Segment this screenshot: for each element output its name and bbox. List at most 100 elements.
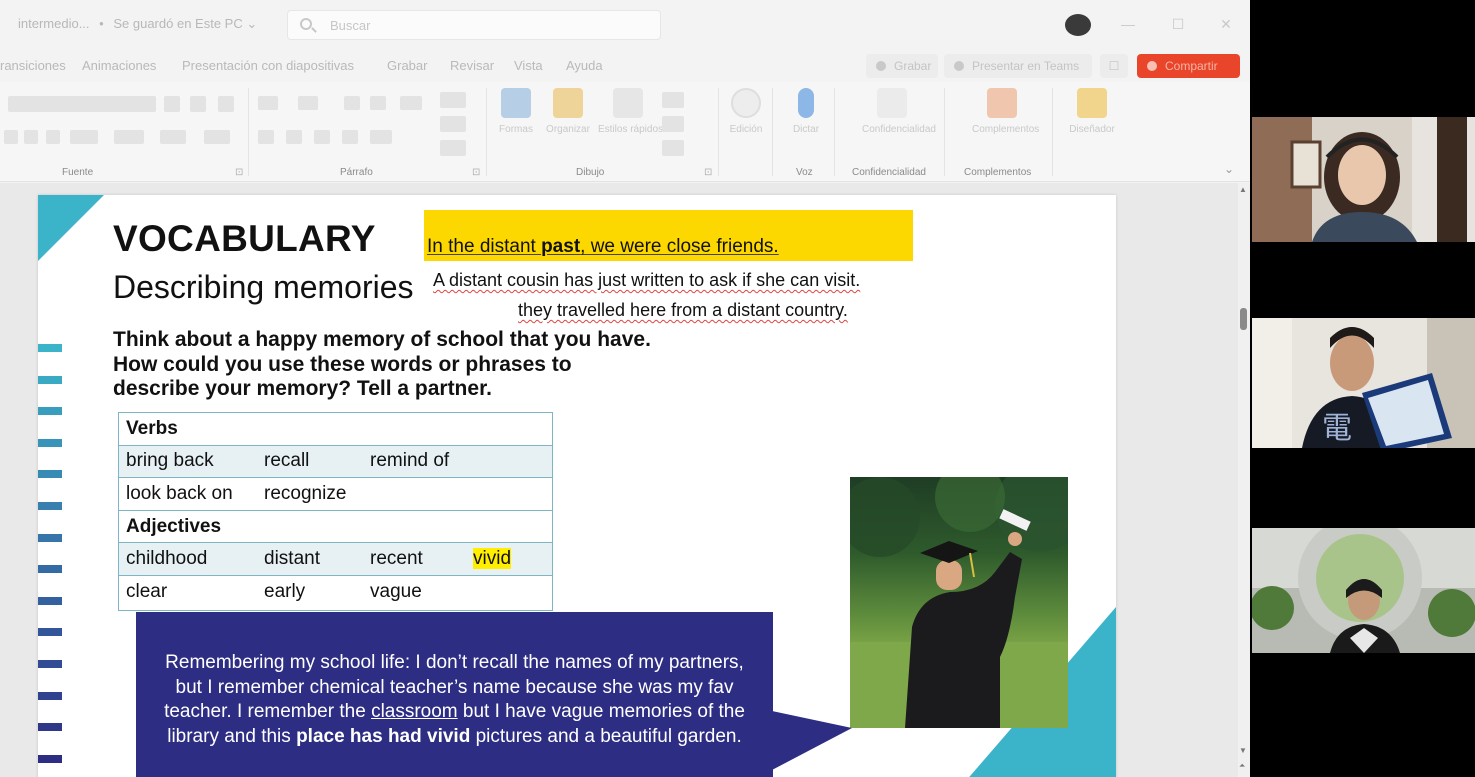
tab-presentacion[interactable]: Presentación con diapositivas xyxy=(182,58,354,73)
sensitivity-button[interactable]: Confidencialidad xyxy=(862,88,936,135)
shape-outline-icon[interactable] xyxy=(662,116,684,132)
comments-button[interactable]: ☐ xyxy=(1100,54,1128,78)
font-name-box[interactable] xyxy=(8,96,156,112)
example-sentence-2[interactable]: they travelled here from a distant count… xyxy=(518,300,848,321)
vertical-scrollbar[interactable]: ▲ ▼ ⏶ xyxy=(1238,183,1250,777)
participant-image xyxy=(1252,528,1475,653)
shapes-label: Formas xyxy=(499,124,533,135)
slide-canvas[interactable]: VOCABULARY Describing memories In the di… xyxy=(38,195,1116,777)
font-color-icon[interactable] xyxy=(204,130,230,144)
scroll-down-icon[interactable]: ▼ xyxy=(1239,746,1247,755)
stripe-mark xyxy=(38,470,62,479)
scrollbar-thumb[interactable] xyxy=(1240,308,1247,330)
tab-revisar[interactable]: Revisar xyxy=(450,58,494,73)
highlight-after: , we were close friends. xyxy=(580,236,779,257)
group-divider xyxy=(944,88,945,176)
share-button[interactable]: Compartir xyxy=(1137,54,1240,78)
font-grow-icon[interactable] xyxy=(164,96,180,112)
stripe-mark xyxy=(38,628,62,637)
numbering-icon[interactable] xyxy=(298,96,318,110)
clear-format-icon[interactable] xyxy=(218,96,234,112)
indent-increase-icon[interactable] xyxy=(370,96,386,110)
participant-image xyxy=(1252,117,1475,242)
participant-video-2[interactable]: 電 xyxy=(1252,318,1475,448)
graduate-photo[interactable] xyxy=(850,477,1068,728)
shape-effects-icon[interactable] xyxy=(662,140,684,156)
align-text-icon[interactable] xyxy=(440,116,466,132)
tab-transiciones[interactable]: ransiciones xyxy=(0,58,66,73)
maximize-button[interactable]: ☐ xyxy=(1168,14,1188,34)
slide-subtitle[interactable]: Describing memories xyxy=(113,269,414,306)
document-title[interactable]: intermedio... • Se guardó en Este PC ⌄ xyxy=(18,16,257,32)
tab-grabar[interactable]: Grabar xyxy=(387,58,427,73)
italic-icon[interactable] xyxy=(24,130,38,144)
stripe-mark xyxy=(38,533,62,542)
bullets-icon[interactable] xyxy=(258,96,278,110)
align-left-icon[interactable] xyxy=(258,130,274,144)
dictate-button[interactable]: Dictar xyxy=(776,88,836,135)
dialog-launcher-icon[interactable]: ⊡ xyxy=(704,167,712,178)
strikethrough-icon[interactable] xyxy=(70,130,98,144)
speech-bubble[interactable]: Remembering my school life: I don’t reca… xyxy=(136,612,773,777)
table-cell: childhood xyxy=(118,542,256,576)
present-teams-button[interactable]: Presentar en Teams xyxy=(944,54,1092,78)
justify-icon[interactable] xyxy=(342,130,358,144)
indent-decrease-icon[interactable] xyxy=(344,96,360,110)
shapes-button[interactable]: Formas xyxy=(486,88,546,135)
example-sentence-1[interactable]: A distant cousin has just written to ask… xyxy=(433,270,860,291)
highlight-color-icon[interactable] xyxy=(160,130,186,144)
comment-icon: ☐ xyxy=(1108,59,1120,73)
quick-styles-button[interactable]: Estilos rápidos xyxy=(598,88,663,135)
tab-vista[interactable]: Vista xyxy=(514,58,543,73)
arrange-label: Organizar xyxy=(546,124,590,135)
tab-animaciones[interactable]: Animaciones xyxy=(82,58,156,73)
bubble-line: but I remember chemical teacher’s name b… xyxy=(175,676,734,698)
table-cell xyxy=(362,477,465,511)
columns-icon[interactable] xyxy=(370,130,392,144)
text-direction-icon[interactable] xyxy=(440,92,466,108)
participant-video-3[interactable] xyxy=(1252,528,1475,653)
addins-button[interactable]: Complementos xyxy=(972,88,1039,135)
search-input[interactable]: Buscar xyxy=(287,10,661,40)
discussion-prompt[interactable]: Think about a happy memory of school tha… xyxy=(113,328,651,402)
avatar[interactable] xyxy=(1065,14,1091,36)
editing-button[interactable]: Edición xyxy=(716,88,776,135)
record-button[interactable]: Grabar xyxy=(866,54,938,78)
scroll-up-icon[interactable]: ▲ xyxy=(1239,185,1247,194)
align-right-icon[interactable] xyxy=(314,130,330,144)
record-label: Grabar xyxy=(894,59,932,73)
arrange-button[interactable]: Organizar xyxy=(538,88,598,135)
group-label-confidencialidad: Confidencialidad xyxy=(852,167,926,178)
designer-icon xyxy=(1077,88,1107,118)
underline-icon[interactable] xyxy=(46,130,60,144)
highlight-sentence-box[interactable]: In the distant past, we were close frien… xyxy=(424,210,913,261)
chevron-down-icon: ⌄ xyxy=(246,16,258,31)
shape-fill-icon[interactable] xyxy=(662,92,684,108)
vocabulary-table[interactable]: Verbs bring back recall remind of look b… xyxy=(118,412,553,609)
dialog-launcher-icon[interactable]: ⊡ xyxy=(235,167,243,178)
designer-button[interactable]: Diseñador xyxy=(1062,88,1122,135)
participant-video-1[interactable] xyxy=(1252,117,1475,242)
stripe-mark xyxy=(38,691,62,700)
close-button[interactable]: ✕ xyxy=(1216,14,1236,34)
bold-icon[interactable] xyxy=(4,130,18,144)
stripe-mark xyxy=(38,565,62,574)
save-status: Se guardó en Este PC xyxy=(113,16,243,31)
table-cell xyxy=(465,477,553,511)
char-spacing-icon[interactable] xyxy=(114,130,144,144)
line-spacing-icon[interactable] xyxy=(400,96,422,110)
dialog-launcher-icon[interactable]: ⊡ xyxy=(472,167,480,178)
collapse-ribbon-icon[interactable]: ⌄ xyxy=(1224,162,1234,176)
align-center-icon[interactable] xyxy=(286,130,302,144)
present-teams-label: Presentar en Teams xyxy=(972,59,1080,73)
previous-slide-icon[interactable]: ⏶ xyxy=(1239,761,1245,771)
minimize-button[interactable]: — xyxy=(1118,14,1138,34)
table-cell: recent xyxy=(362,542,465,576)
tab-ayuda[interactable]: Ayuda xyxy=(566,58,603,73)
share-icon xyxy=(1147,61,1157,71)
prompt-line: describe your memory? Tell a partner. xyxy=(113,377,492,400)
font-shrink-icon[interactable] xyxy=(190,96,206,112)
smartart-icon[interactable] xyxy=(440,140,466,156)
slide-title[interactable]: VOCABULARY xyxy=(113,218,376,260)
stripe-mark xyxy=(38,502,62,510)
